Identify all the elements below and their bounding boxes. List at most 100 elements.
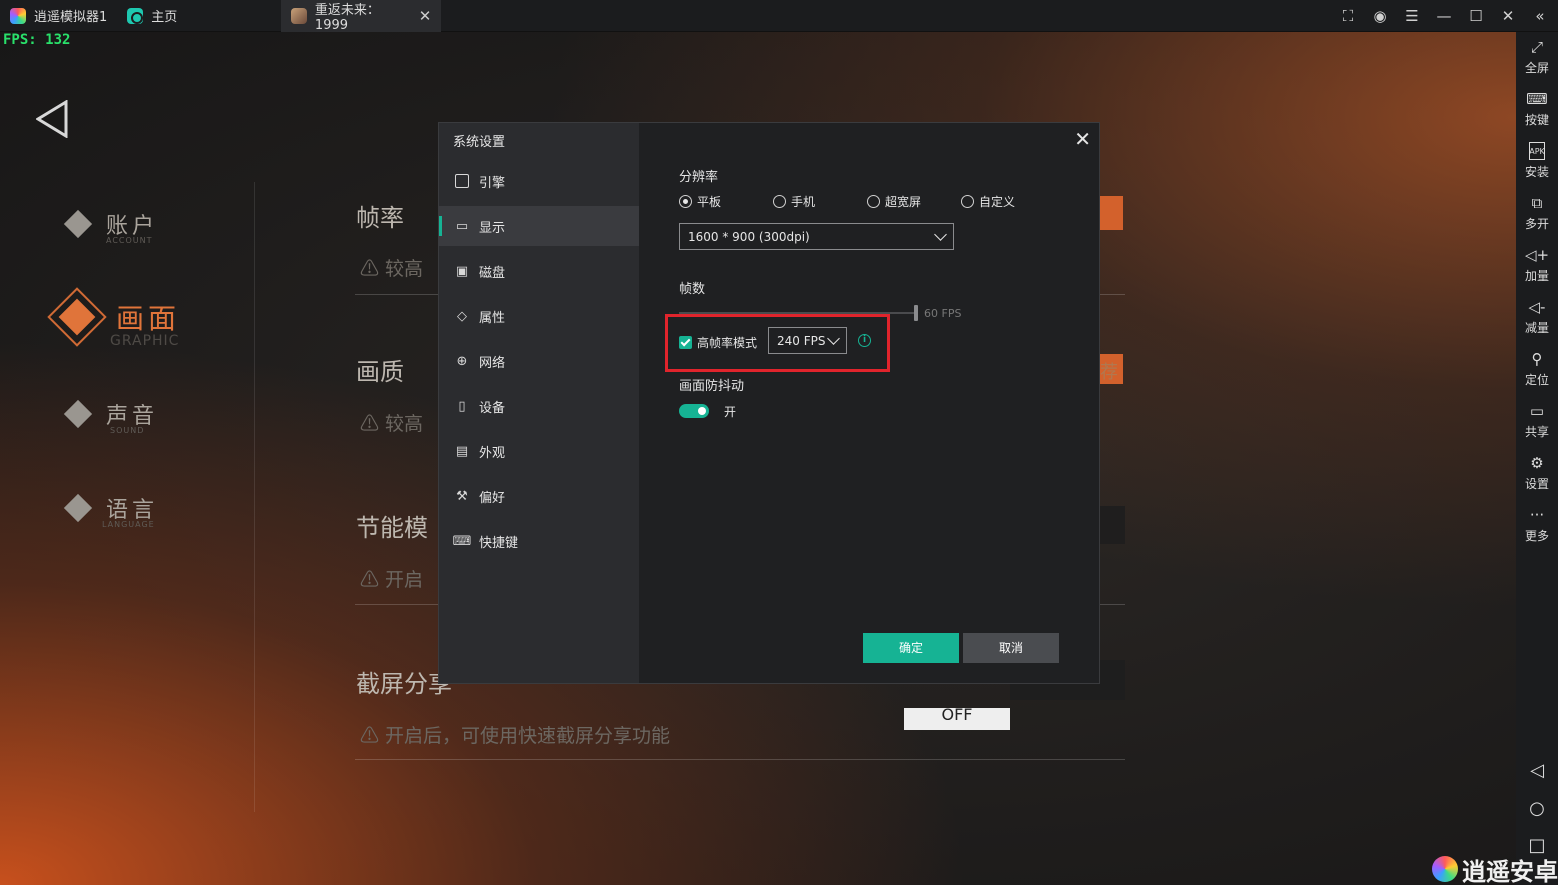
globe-icon: ⊕ <box>456 353 468 369</box>
apk-icon: APK <box>1529 142 1545 160</box>
nav-item-network[interactable]: ⊕ 网络 <box>439 341 639 381</box>
title-bar: 逍遥模拟器1 主页 重返未来：1999 ✕ ⛶ ◉ ☰ — ☐ ✕ « <box>0 0 1558 33</box>
radio-ultrawide[interactable]: 超宽屏 <box>867 193 961 210</box>
radio-label: 手机 <box>791 195 816 209</box>
screenshot-off-button[interactable]: OFF <box>904 708 1010 730</box>
engine-icon <box>455 174 469 188</box>
section-warn: ⚠ 较高 <box>360 258 424 280</box>
device-icon: ▯ <box>458 398 466 414</box>
nav-item-display[interactable]: ▭ 显示 <box>439 206 639 246</box>
powersave-toggle[interactable] <box>1100 506 1125 544</box>
sidebar-multi[interactable]: ⧉ 多开 <box>1516 194 1558 232</box>
stabilization-toggle-label: 开 <box>724 405 737 419</box>
sidebar-volume-up[interactable]: ◁+ 加量 <box>1516 246 1558 284</box>
sidebar-settings[interactable]: ⚙ 设置 <box>1516 454 1558 492</box>
sidebar-label: 更多 <box>1524 529 1549 543</box>
framerate-option-button[interactable] <box>1100 196 1123 230</box>
chevron-down-icon <box>934 227 947 241</box>
close-dialog-icon[interactable]: ✕ <box>1074 127 1091 151</box>
close-window-icon[interactable]: ✕ <box>1500 7 1516 25</box>
radio-custom[interactable]: 自定义 <box>961 193 1015 210</box>
home-icon <box>127 7 144 24</box>
sidebar-install[interactable]: APK 安装 <box>1516 142 1558 180</box>
sidebar-label: 按键 <box>1524 113 1549 127</box>
watermark-text: 逍遥安卓 <box>1462 856 1558 885</box>
collapse-sidebar-icon[interactable]: « <box>1532 7 1548 25</box>
sidebar-fullscreen[interactable]: ⤢ 全屏 <box>1516 38 1558 76</box>
menu-sub: GRAPHIC <box>110 333 180 349</box>
diamond-icon <box>63 399 93 429</box>
ok-button[interactable]: 确定 <box>863 633 959 663</box>
tag-icon: ◇ <box>457 308 467 324</box>
screenshot-icon[interactable]: ⛶ <box>1340 7 1356 25</box>
minimize-icon[interactable]: — <box>1436 7 1452 25</box>
sidebar-more[interactable]: ··· 更多 <box>1516 506 1558 544</box>
folder-icon: ▭ <box>1529 402 1545 420</box>
section-title-quality: 画质 <box>356 358 404 386</box>
dialog-title: 系统设置 <box>453 135 506 150</box>
tab-game[interactable]: 重返未来：1999 ✕ <box>281 0 442 33</box>
tab-emulator[interactable]: 逍遥模拟器1 <box>0 0 117 32</box>
display-icon: ▭ <box>455 218 469 234</box>
resolution-value: 1600 * 900 (300dpi) <box>688 229 810 244</box>
menu-item-account[interactable]: 账户 ACCOUNT <box>63 208 158 245</box>
section-divider <box>355 759 1125 760</box>
gear-icon: ⚙ <box>1530 454 1544 472</box>
menu-item-graphic[interactable]: 画面 GRAPHIC <box>47 287 180 349</box>
sidebar-location[interactable]: ⚲ 定位 <box>1516 350 1558 388</box>
nav-label: 显示 <box>479 220 506 236</box>
shortcut-keyboard-icon: ⌨ <box>452 533 472 549</box>
watermark: 逍遥安卓 <box>1432 853 1558 885</box>
sidebar-share[interactable]: ▭ 共享 <box>1516 402 1558 440</box>
keyboard-icon: ⌨ <box>1526 90 1548 108</box>
game-icon <box>291 7 307 24</box>
menu-item-language[interactable]: 语言 LANGUAGE <box>63 492 158 529</box>
sidebar-label: 设置 <box>1524 477 1549 491</box>
back-arrow-icon[interactable] <box>36 100 68 138</box>
menu-item-sound[interactable]: 声音 SOUND <box>63 398 158 435</box>
sidebar-label: 定位 <box>1524 373 1549 387</box>
framerate-label: 帧数 <box>679 282 706 297</box>
tab-home[interactable]: 主页 <box>117 0 187 32</box>
radio-phone[interactable]: 手机 <box>773 193 867 210</box>
sidebar-volume-down[interactable]: ◁- 减量 <box>1516 298 1558 336</box>
wrench-icon: ⚒ <box>456 488 468 504</box>
close-tab-icon[interactable]: ✕ <box>419 7 432 25</box>
nav-item-shortcuts[interactable]: ⌨ 快捷键 <box>439 521 639 561</box>
nav-label: 外观 <box>479 445 506 461</box>
active-diamond-icon <box>47 287 107 347</box>
nav-label: 引擎 <box>479 175 506 191</box>
radio-label: 超宽屏 <box>885 195 922 209</box>
nav-item-appearance[interactable]: ▤ 外观 <box>439 431 639 471</box>
settings-content: ✕ 分辨率 平板 手机 超宽屏 自定义 1600 * 900 (300dpi) <box>639 123 1099 683</box>
nav-label: 快捷键 <box>479 535 519 551</box>
android-back-icon[interactable]: ◁ <box>1516 760 1558 781</box>
nav-item-device[interactable]: ▯ 设备 <box>439 386 639 426</box>
menu-icon[interactable]: ☰ <box>1404 7 1420 25</box>
sidebar-label: 安装 <box>1524 165 1549 179</box>
sidebar-keymap[interactable]: ⌨ 按键 <box>1516 90 1558 128</box>
resolution-label: 分辨率 <box>679 170 719 185</box>
android-home-icon[interactable]: ○ <box>1516 798 1558 819</box>
multi-instance-icon: ⧉ <box>1531 194 1543 212</box>
radio-tablet[interactable]: 平板 <box>679 193 773 210</box>
maximize-icon[interactable]: ☐ <box>1468 7 1484 25</box>
sidebar-label: 多开 <box>1524 217 1549 231</box>
framerate-slider-thumb[interactable] <box>914 305 918 321</box>
location-icon: ⚲ <box>1531 350 1543 368</box>
nav-item-preferences[interactable]: ⚒ 偏好 <box>439 476 639 516</box>
menu-sub: LANGUAGE <box>102 520 155 529</box>
diamond-icon <box>63 493 93 523</box>
resolution-select[interactable]: 1600 * 900 (300dpi) <box>679 223 954 250</box>
cancel-button[interactable]: 取消 <box>963 633 1059 663</box>
tab-label: 主页 <box>151 10 178 25</box>
nav-item-engine[interactable]: 引擎 <box>439 161 639 201</box>
window-controls: ⛶ ◉ ☰ — ☐ ✕ « <box>1340 0 1548 32</box>
stabilization-toggle[interactable] <box>679 404 709 418</box>
diamond-icon <box>63 209 93 239</box>
menu-sub: ACCOUNT <box>106 236 153 245</box>
nav-item-disk[interactable]: ▣ 磁盘 <box>439 251 639 291</box>
fullscreen-icon: ⤢ <box>1530 38 1543 56</box>
user-icon[interactable]: ◉ <box>1372 7 1388 25</box>
nav-item-properties[interactable]: ◇ 属性 <box>439 296 639 336</box>
